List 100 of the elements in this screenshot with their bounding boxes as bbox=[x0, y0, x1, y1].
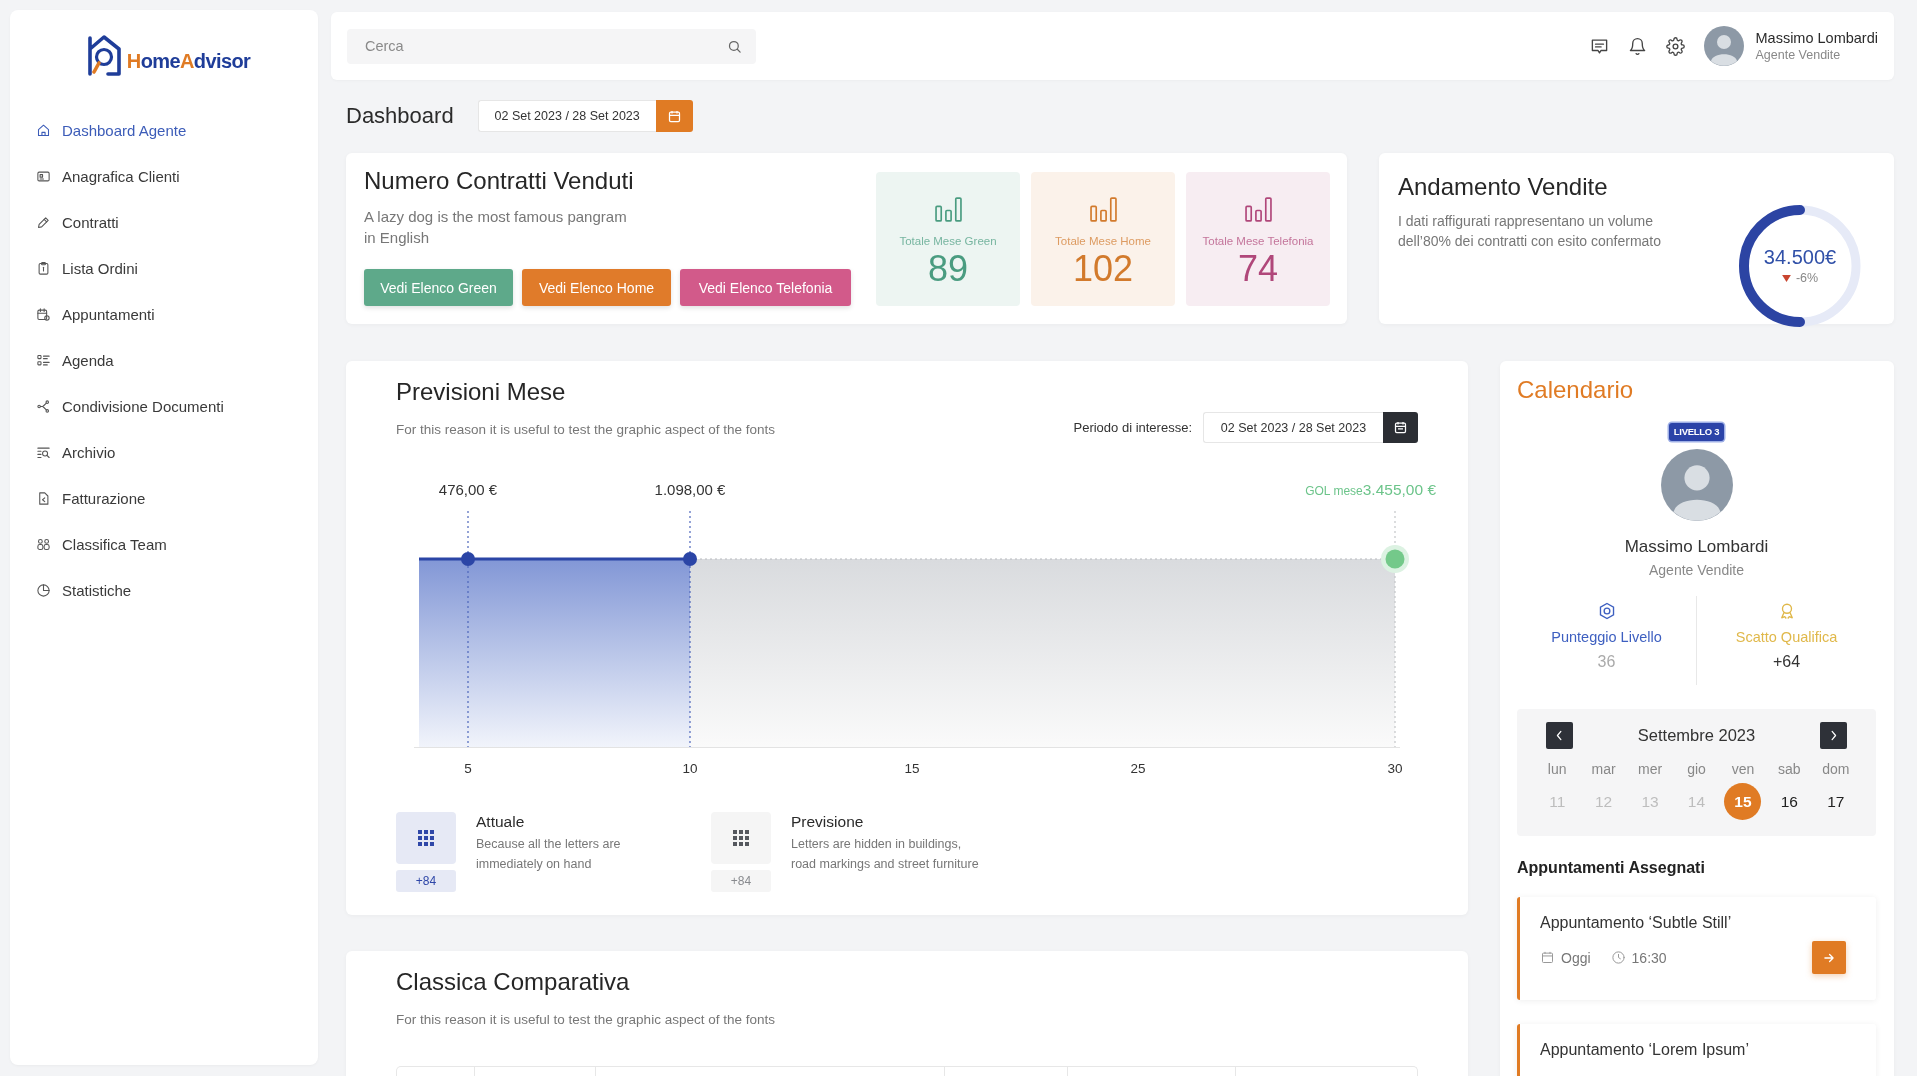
card-description: I dati raffigurati rappresentano un volume dell’80% dei contratti con esito confermato bbox=[1398, 212, 1663, 251]
stat-value: +64 bbox=[1772, 652, 1801, 672]
user-role: Agente Vendite bbox=[1755, 46, 1842, 64]
level-badge: LIVELLO 3 bbox=[1668, 423, 1725, 441]
date-range-field[interactable]: 02 Set 2023 / 28 Set 2023 bbox=[477, 100, 656, 132]
card-title: Calendario bbox=[1517, 375, 1635, 405]
appointment-time: 16:30 bbox=[1631, 949, 1667, 966]
bar-chart-icon bbox=[1089, 197, 1117, 222]
bell-icon[interactable] bbox=[1627, 36, 1647, 56]
card-subtitle: For this reason it is useful to test the graphic aspect of the fonts bbox=[396, 421, 775, 439]
page-title: Dashboard bbox=[346, 103, 454, 129]
appointment-title: Appuntamento ‘Lorem Ipsum’ bbox=[1540, 1040, 1750, 1060]
nav-item[interactable]: Agenda bbox=[10, 337, 318, 383]
tile-label: Totale Mese Home bbox=[1055, 234, 1151, 248]
count-badge: +84 bbox=[396, 870, 456, 892]
search-field[interactable]: Cerca bbox=[347, 28, 756, 64]
bar-chart-icon bbox=[1244, 197, 1272, 222]
axis-label: 10 bbox=[682, 761, 698, 776]
previous-month-button[interactable] bbox=[1546, 722, 1573, 749]
tile-value: 102 bbox=[1072, 250, 1134, 288]
weekday-label: gio bbox=[1687, 760, 1706, 779]
appointment-date: Oggi bbox=[1561, 949, 1591, 966]
document-icon bbox=[36, 490, 51, 506]
logo-text: HomeAdvisor bbox=[126, 49, 251, 73]
axis-label: 15 bbox=[904, 761, 920, 776]
legend-title: Previsione bbox=[791, 812, 865, 832]
list-search-icon bbox=[36, 444, 51, 460]
tile-value: 89 bbox=[927, 250, 968, 288]
card-subtitle: For this reason it is useful to test the graphic aspect of the fonts bbox=[396, 1011, 776, 1029]
legend-description: Because all the letters are immediately on hand bbox=[476, 836, 622, 873]
chevron-right-icon bbox=[1830, 730, 1837, 741]
count-badge: +84 bbox=[711, 870, 771, 892]
value-label: 1.098,00 € bbox=[654, 481, 726, 498]
date-range-field[interactable]: 02 Set 2023 / 28 Set 2023 bbox=[1203, 412, 1383, 443]
next-month-button[interactable] bbox=[1820, 722, 1847, 749]
user-avatar[interactable] bbox=[1703, 26, 1744, 66]
nav-item[interactable]: Classifica Team bbox=[10, 521, 318, 567]
calendar-clock-icon bbox=[36, 306, 51, 322]
month-title: Settembre 2023 bbox=[1637, 726, 1756, 745]
message-icon[interactable] bbox=[1589, 36, 1609, 56]
nav-item[interactable]: Condivisione Documenti bbox=[10, 383, 318, 429]
calendar-icon bbox=[666, 108, 682, 124]
settings-icon[interactable] bbox=[1665, 36, 1685, 56]
goal-label: GOL mese3.455,00 € bbox=[1305, 481, 1436, 498]
share-icon bbox=[36, 398, 51, 414]
axis-label: 5 bbox=[464, 761, 472, 776]
pie-chart-icon bbox=[36, 582, 51, 598]
appointment-card[interactable]: Appuntamento ‘Subtle Still’ Oggi 16:30 bbox=[1517, 897, 1876, 1000]
nav-item[interactable]: Archivio bbox=[10, 429, 318, 475]
stat-label: Scatto Qualifica bbox=[1735, 628, 1838, 647]
card-title: Classica Comparativa bbox=[396, 968, 631, 996]
tile-value: 74 bbox=[1237, 250, 1278, 288]
profile-role: Agente Vendite bbox=[1649, 561, 1744, 580]
card-title: Andamento Vendite bbox=[1398, 173, 1609, 201]
house-magnifier-icon bbox=[85, 34, 124, 76]
team-icon bbox=[36, 536, 51, 552]
weekday-label: lun bbox=[1547, 760, 1567, 779]
user-name: Massimo Lombardi bbox=[1755, 28, 1878, 47]
clipboard-icon bbox=[36, 260, 51, 276]
card-title: Numero Contratti Venduti bbox=[364, 167, 635, 195]
bar-chart-icon bbox=[934, 197, 962, 222]
calendar-button[interactable] bbox=[1383, 412, 1418, 443]
nav-item[interactable]: Lista Ordini bbox=[10, 245, 318, 291]
nav-item[interactable]: Statistiche bbox=[10, 567, 318, 613]
weekday-label: mar bbox=[1591, 760, 1616, 779]
axis-label: 25 bbox=[1130, 761, 1146, 776]
legend-title: Attuale bbox=[476, 812, 526, 832]
legend-description: Letters are hidden in buildings, road markings and street furniture bbox=[791, 836, 980, 873]
list-button[interactable]: Vedi Elenco Telefonia bbox=[680, 269, 851, 306]
appointment-card[interactable]: Appuntamento ‘Lorem Ipsum’ bbox=[1517, 1024, 1876, 1076]
weekday-label: ven bbox=[1731, 760, 1755, 779]
stat-label: Punteggio Livello bbox=[1551, 628, 1662, 647]
appointment-title: Appuntamento ‘Subtle Still’ bbox=[1540, 913, 1733, 933]
tile-label: Totale Mese Telefonia bbox=[1202, 234, 1314, 248]
search-icon bbox=[727, 38, 742, 54]
nav-item[interactable]: Dashboard Agente bbox=[10, 107, 318, 153]
nav-item[interactable]: Anagrafica Clienti bbox=[10, 153, 318, 199]
stat-value: 36 bbox=[1597, 652, 1616, 672]
profile-name: Massimo Lombardi bbox=[1624, 536, 1769, 558]
axis-label: 30 bbox=[1387, 761, 1403, 776]
section-title: Appuntamenti Assegnati bbox=[1517, 858, 1706, 878]
weekday-label: mer bbox=[1638, 760, 1663, 779]
period-label: Periodo di interesse: bbox=[1073, 420, 1192, 435]
card-description: A lazy dog is the most famous pangram in English bbox=[364, 207, 628, 248]
calendar-icon bbox=[1540, 950, 1555, 965]
checklist-icon bbox=[36, 352, 51, 368]
calendar-day[interactable]: 17 bbox=[1817, 783, 1855, 820]
weekday-label: sab bbox=[1778, 760, 1801, 779]
nav-item[interactable]: Contratti bbox=[10, 199, 318, 245]
nav-item[interactable]: Fatturazione bbox=[10, 475, 318, 521]
data-point bbox=[461, 552, 475, 566]
calendar-icon bbox=[1393, 420, 1408, 435]
tile-label: Totale Mese Green bbox=[899, 234, 997, 248]
weekday-label: dom bbox=[1822, 760, 1850, 779]
gauge-value: 34.500€ bbox=[1763, 246, 1837, 269]
change-value: -6% bbox=[1795, 271, 1819, 286]
nav-item[interactable]: Appuntamenti bbox=[10, 291, 318, 337]
calendar-day[interactable]: 16 bbox=[1770, 783, 1808, 820]
home-icon bbox=[36, 122, 51, 138]
value-label: 476,00 € bbox=[438, 481, 498, 498]
